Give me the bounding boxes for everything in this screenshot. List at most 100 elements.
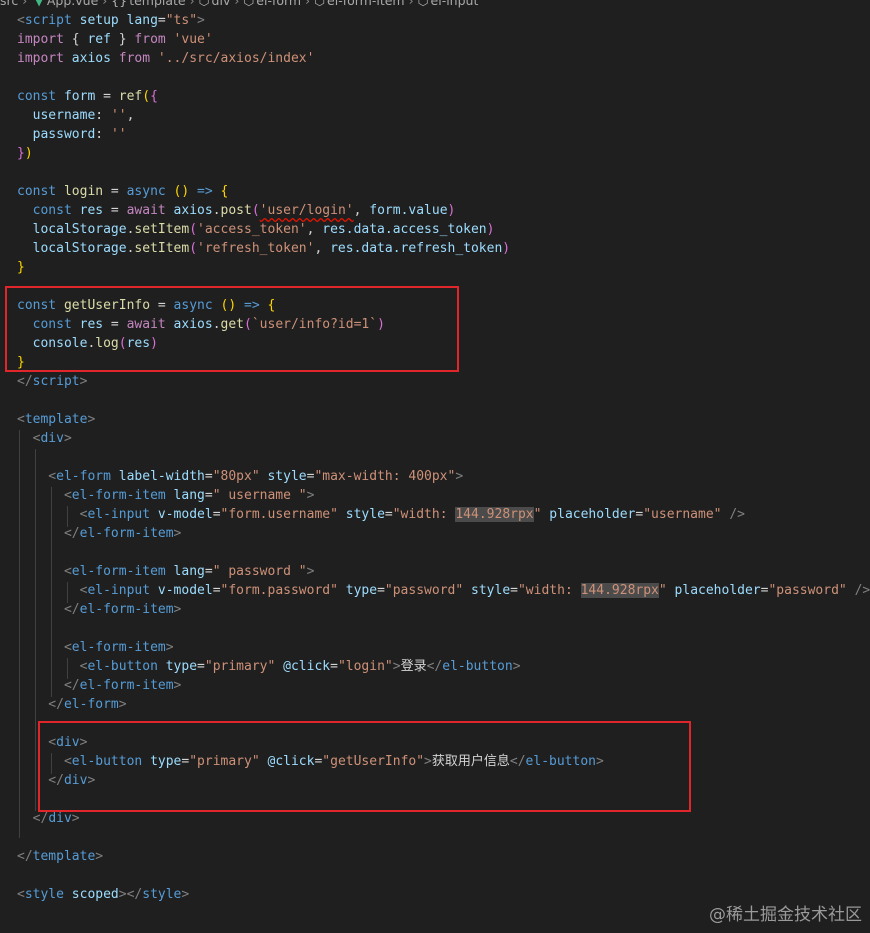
highlight-box-getuserinfo-button xyxy=(38,721,691,812)
breadcrumb-item-el-form[interactable]: el-form xyxy=(256,0,301,8)
code-line[interactable]: </template> xyxy=(17,847,103,866)
code-line[interactable]: localStorage.setItem('access_token', res… xyxy=(17,220,495,239)
vue-file-icon: ▼ xyxy=(34,0,44,8)
code-line[interactable]: import axios from '../src/axios/index' xyxy=(17,49,314,68)
code-line[interactable]: const login = async () => { xyxy=(17,182,228,201)
code-line[interactable]: localStorage.setItem('refresh_token', re… xyxy=(17,239,510,258)
token: = xyxy=(212,583,221,598)
token: localStorage xyxy=(17,222,127,237)
code-editor[interactable]: src › ▼ App.vue ›{} template › ⬡ div › ⬡ el-form › ⬡ e… xyxy=(0,0,870,933)
code-line[interactable]: <script setup lang="ts"> xyxy=(17,11,205,30)
code-line[interactable]: <el-button type="primary" @click="login"… xyxy=(17,657,521,676)
token: "form.username" xyxy=(220,507,338,522)
token: "username" xyxy=(643,507,722,522)
code-line[interactable]: const form = ref({ xyxy=(17,87,158,106)
token: const xyxy=(17,203,72,218)
token: > xyxy=(306,564,315,579)
token: password xyxy=(17,127,96,142)
token: setup xyxy=(71,13,119,28)
breadcrumb-item-el-input[interactable]: el-input xyxy=(431,0,479,8)
element-icon: ⬡ xyxy=(314,0,326,8)
code-line[interactable]: <div> xyxy=(17,429,72,448)
code-line[interactable]: <el-input v-model="form.username" style=… xyxy=(17,505,745,524)
breadcrumb-item-file[interactable]: App.vue xyxy=(47,0,98,8)
token: , xyxy=(306,222,323,237)
code-line[interactable]: <el-input v-model="form.password" type="… xyxy=(17,581,870,600)
token: = xyxy=(212,507,221,522)
code-line[interactable]: <el-form label-width="80px" style="max-w… xyxy=(17,467,463,486)
code-line[interactable]: </script> xyxy=(17,372,87,391)
code-line[interactable]: </el-form-item> xyxy=(17,600,181,619)
code-line[interactable]: const res = await axios.post('user/login… xyxy=(17,201,456,220)
code-line[interactable]: <template> xyxy=(17,410,95,429)
token: el-form-item xyxy=(71,488,166,503)
token: el-input xyxy=(87,507,151,522)
token: "max-width: 400px" xyxy=(314,469,456,484)
token: style xyxy=(259,469,307,484)
code-line[interactable]: username: '', xyxy=(17,106,135,125)
token: > xyxy=(63,431,72,446)
token: scoped xyxy=(63,887,119,902)
token: ref xyxy=(87,32,111,47)
token: > xyxy=(87,412,96,427)
token: 'user/login' xyxy=(259,203,354,218)
breadcrumb-item-el-form-item[interactable]: el-form-item xyxy=(327,0,405,8)
token: import xyxy=(17,32,64,47)
token: < xyxy=(17,13,25,28)
token: '' xyxy=(110,127,127,142)
code-line[interactable]: <el-form-item lang=" password "> xyxy=(17,562,314,581)
braces-icon: {} xyxy=(111,0,128,8)
token: script xyxy=(24,13,72,28)
token: /> xyxy=(846,583,870,598)
token: import xyxy=(17,51,64,66)
code-line[interactable]: </el-form-item> xyxy=(17,676,181,695)
code-line[interactable]: <style scoped></style> xyxy=(17,885,189,904)
code-line[interactable]: <el-form-item> xyxy=(17,638,174,657)
code-line[interactable]: password: '' xyxy=(17,125,127,144)
token: lang xyxy=(165,564,205,579)
breadcrumb-item-src[interactable]: src xyxy=(0,0,18,8)
token: > xyxy=(181,887,190,902)
token: ( xyxy=(251,203,260,218)
element-icon: ⬡ xyxy=(417,0,429,8)
element-icon: ⬡ xyxy=(243,0,255,8)
token: 'vue' xyxy=(165,32,213,47)
token: () xyxy=(165,184,198,199)
code-line[interactable]: import { ref } from 'vue' xyxy=(17,30,213,49)
token: > xyxy=(95,849,104,864)
token: type xyxy=(157,659,198,674)
code-line[interactable]: </el-form-item> xyxy=(17,524,181,543)
token: el-form-item xyxy=(79,602,174,617)
code-line[interactable]: </el-form> xyxy=(17,695,127,714)
token: 'access_token' xyxy=(197,222,307,237)
token: "ts" xyxy=(165,13,198,28)
code-line[interactable]: }) xyxy=(17,144,33,163)
token: , xyxy=(314,241,331,256)
token: div xyxy=(48,811,72,826)
token: < xyxy=(17,431,41,446)
token: > xyxy=(118,697,127,712)
chevron-right-icon: › xyxy=(189,0,195,8)
token: </ xyxy=(17,374,33,389)
token: form xyxy=(56,89,96,104)
token: = xyxy=(204,564,213,579)
token: "login" xyxy=(337,659,393,674)
token: await xyxy=(126,203,166,218)
chevron-right-icon: › xyxy=(22,0,28,8)
token: < xyxy=(17,640,72,655)
token: { xyxy=(150,89,158,104)
token: = xyxy=(197,659,205,674)
code-line[interactable]: } xyxy=(17,258,25,277)
breadcrumb-item-div[interactable]: div xyxy=(212,0,231,8)
token: lang xyxy=(118,13,158,28)
token: ( xyxy=(142,89,151,104)
breadcrumb-item-template[interactable]: template xyxy=(129,0,185,8)
token: res xyxy=(322,222,346,237)
token: const xyxy=(17,89,57,104)
token: : xyxy=(95,127,111,142)
token: </ xyxy=(17,849,33,864)
token: > xyxy=(71,811,80,826)
token: </ xyxy=(17,526,80,541)
token: v-model xyxy=(150,507,213,522)
code-line[interactable]: <el-form-item lang=" username "> xyxy=(17,486,314,505)
